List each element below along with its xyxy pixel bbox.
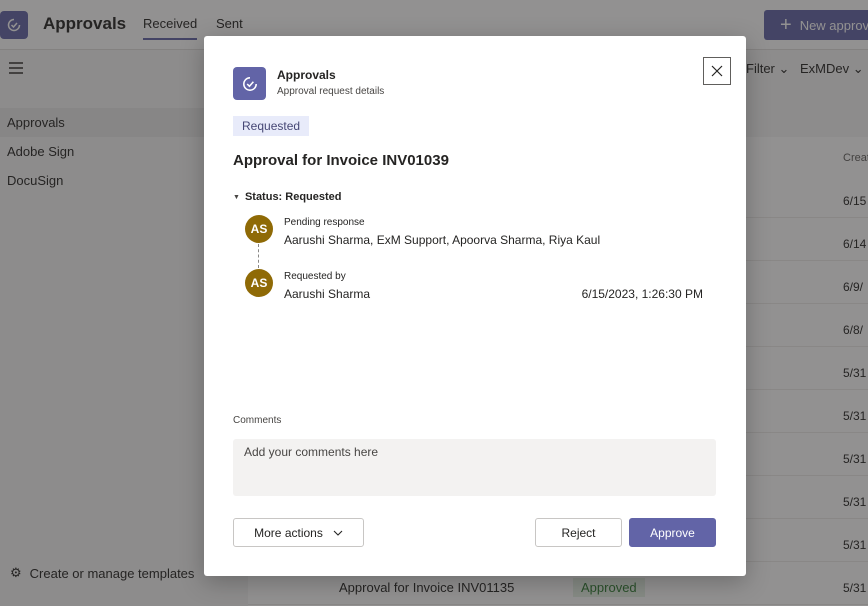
approvals-app-icon bbox=[233, 67, 266, 100]
dialog-title: Approval for Invoice INV01039 bbox=[233, 152, 449, 169]
requested-by-label: Requested by bbox=[284, 271, 346, 282]
requested-timestamp: 6/15/2023, 1:26:30 PM bbox=[581, 287, 703, 301]
avatar: AS bbox=[245, 269, 273, 297]
comments-label: Comments bbox=[233, 415, 282, 426]
dialog-app-subtitle: Approval request details bbox=[277, 86, 385, 97]
reject-button[interactable]: Reject bbox=[535, 518, 622, 547]
status-section-toggle[interactable]: ▼ Status: Requested bbox=[233, 191, 342, 203]
approval-details-dialog: Approvals Approval request details Reque… bbox=[204, 36, 746, 576]
caret-down-icon: ▼ bbox=[233, 193, 240, 201]
dialog-app-name: Approvals bbox=[277, 68, 336, 82]
close-icon bbox=[711, 65, 723, 77]
requested-by-name: Aarushi Sharma bbox=[284, 287, 371, 301]
status-badge: Requested bbox=[233, 116, 310, 136]
close-button[interactable] bbox=[703, 57, 731, 85]
avatar: AS bbox=[245, 215, 273, 243]
comments-input[interactable] bbox=[233, 439, 716, 496]
pending-response-approvers: Aarushi Sharma, ExM Support, Apoorva Sha… bbox=[284, 233, 601, 247]
timeline-connector bbox=[258, 244, 259, 268]
more-actions-label: More actions bbox=[254, 525, 323, 540]
more-actions-button[interactable]: More actions bbox=[233, 518, 364, 547]
pending-response-label: Pending response bbox=[284, 217, 365, 228]
status-section-label: Status: Requested bbox=[244, 191, 342, 203]
approve-button[interactable]: Approve bbox=[629, 518, 716, 547]
chevron-down-icon bbox=[333, 530, 343, 536]
